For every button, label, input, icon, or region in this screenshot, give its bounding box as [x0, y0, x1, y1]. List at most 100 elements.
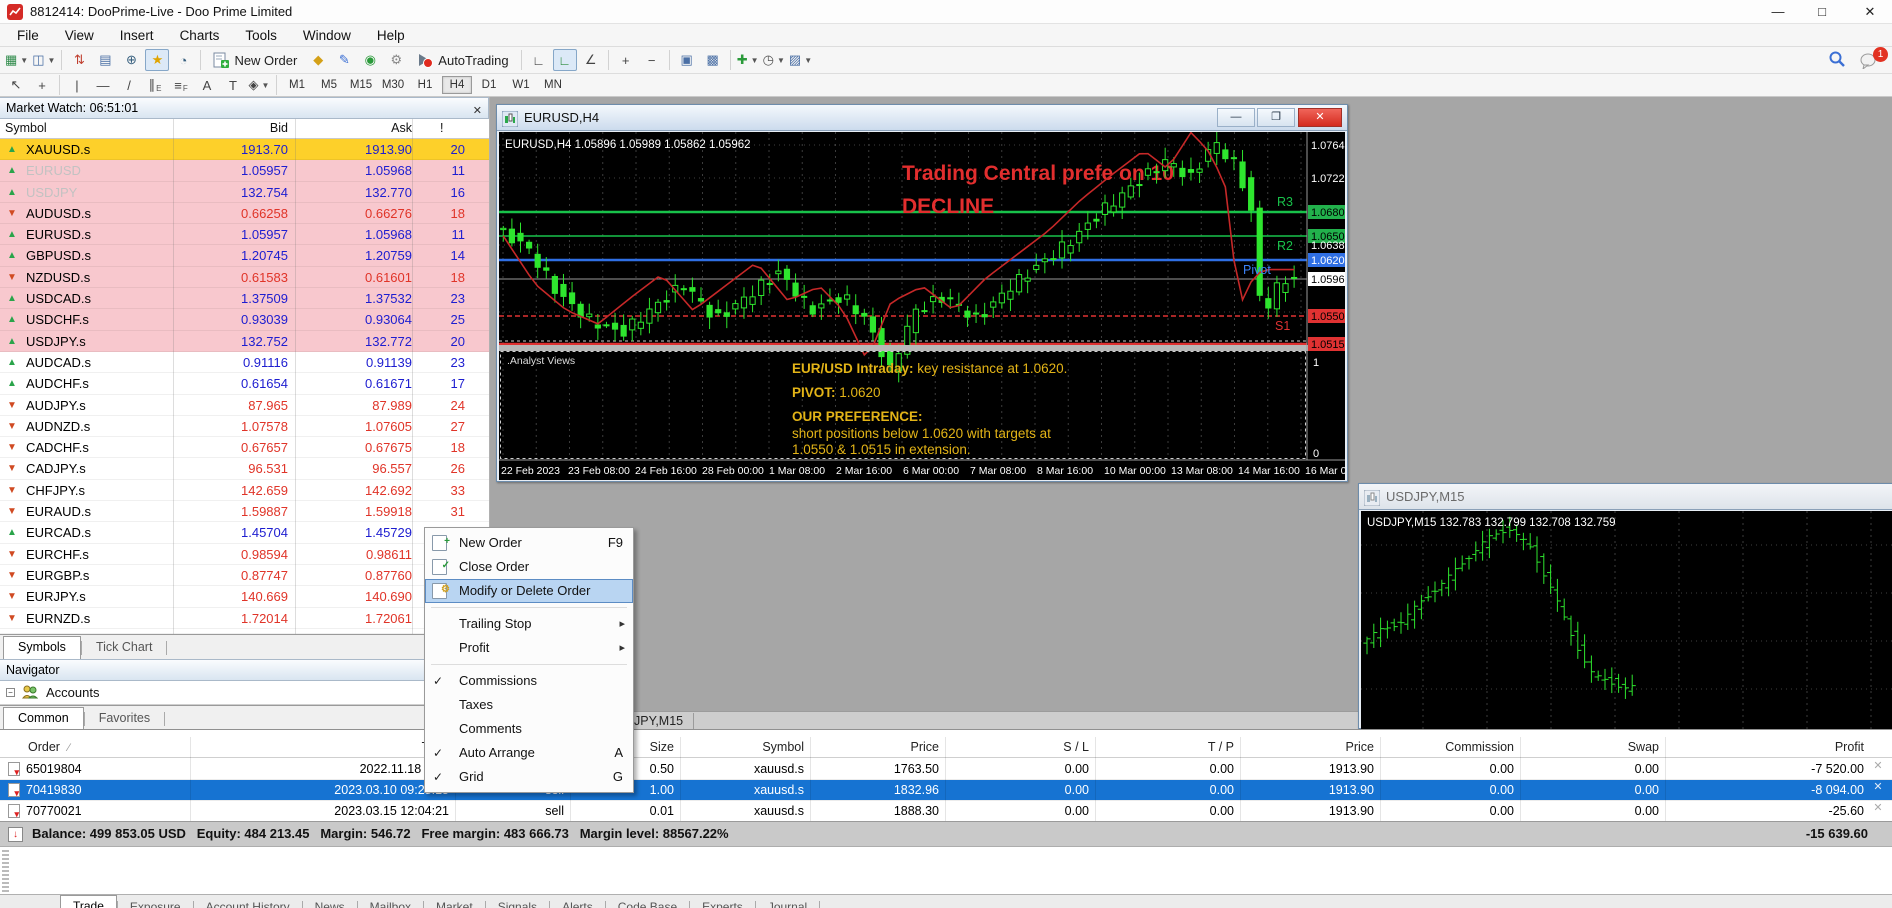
- timeframe-m15[interactable]: M15: [346, 76, 376, 94]
- close-position-icon[interactable]: ✕: [1868, 759, 1888, 772]
- order-row-70770021[interactable]: ▾707700212023.03.15 12:04:21sell0.01xauu…: [0, 801, 1892, 822]
- close-position-icon[interactable]: ✕: [1868, 780, 1888, 793]
- terminal-tab-code-base[interactable]: Code Base: [606, 897, 689, 908]
- terminal-tab-alerts[interactable]: Alerts: [550, 897, 605, 908]
- periods-icon[interactable]: ◷▼: [762, 49, 786, 71]
- bar-chart-mode-icon[interactable]: ∟: [527, 49, 551, 71]
- menu-item-view[interactable]: View: [52, 26, 107, 45]
- market-watch-row-nzdusd.s[interactable]: ▼NZDUSD.s0.615830.6160118: [0, 267, 489, 288]
- market-watch-row-eurgbp.s[interactable]: ▼EURGBP.s0.877470.87760: [0, 565, 489, 586]
- terminal-col-time[interactable]: Time: [190, 737, 455, 758]
- market-watch-row-euraud.s[interactable]: ▼EURAUD.s1.598871.5991831: [0, 501, 489, 522]
- market-watch-row-chfjpy.s[interactable]: ▼CHFJPY.s142.659142.69233: [0, 480, 489, 501]
- context-menu-item-new-order[interactable]: +New OrderF9: [425, 531, 633, 555]
- market-watch-row-cadchf.s[interactable]: ▼CADCHF.s0.676570.6767518: [0, 437, 489, 458]
- arrows-tool[interactable]: ◈▼: [247, 74, 271, 96]
- timeframe-mn[interactable]: MN: [538, 76, 568, 94]
- market-watch-row-eurusd.s[interactable]: ▲EURUSD.s1.059571.0596811: [0, 224, 489, 245]
- candle-chart-mode-icon[interactable]: ∟: [553, 49, 577, 71]
- signals-icon[interactable]: ◉: [358, 49, 382, 71]
- new-order-button[interactable]: New Order: [205, 49, 305, 71]
- market-watch-row-usdjpy[interactable]: ▲USDJPY132.754132.77016: [0, 182, 489, 203]
- terminal-tab-mailbox[interactable]: Mailbox: [358, 897, 423, 908]
- chart1-minimize-button[interactable]: —: [1217, 108, 1255, 127]
- menu-item-tools[interactable]: Tools: [232, 26, 290, 45]
- terminal-tab-trade[interactable]: Trade: [60, 895, 117, 908]
- order-row-65019804[interactable]: ▾650198042022.11.18 10:30.50xauusd.s1763…: [0, 759, 1892, 780]
- market-watch-row-eurchf.s[interactable]: ▼EURCHF.s0.985940.98611: [0, 544, 489, 565]
- fibonacci-tool[interactable]: ≡F: [169, 74, 193, 96]
- market-watch-row-audusd.s[interactable]: ▼AUDUSD.s0.662580.6627618: [0, 203, 489, 224]
- context-menu-item-taxes[interactable]: Taxes: [425, 693, 633, 717]
- market-watch-row-eurusd[interactable]: ▲EURUSD1.059571.0596811: [0, 160, 489, 181]
- market-watch-icon[interactable]: ⇅: [67, 49, 91, 71]
- text-label-tool[interactable]: T: [221, 74, 245, 96]
- market-watch-row-usdcad.s[interactable]: ▲USDCAD.s1.375091.3753223: [0, 288, 489, 309]
- col-spread[interactable]: !: [440, 121, 443, 135]
- col-symbol[interactable]: Symbol: [5, 121, 47, 135]
- menu-item-file[interactable]: File: [4, 26, 52, 45]
- timeframe-m1[interactable]: M1: [282, 76, 312, 94]
- zoom-out-icon[interactable]: −: [640, 49, 664, 71]
- terminal-col-symbol[interactable]: Symbol: [680, 737, 810, 758]
- context-menu-item-modify-or-delete-order[interactable]: ⚙Modify or Delete Order: [425, 579, 633, 603]
- context-menu-item-close-order[interactable]: ✓Close Order: [425, 555, 633, 579]
- deposit-icon[interactable]: ◆: [306, 49, 330, 71]
- market-watch-row-cadjpy.s[interactable]: ▼CADJPY.s96.53196.55726: [0, 458, 489, 479]
- autotrading-button[interactable]: AutoTrading: [409, 49, 516, 71]
- usdjpy-chart-canvas[interactable]: USDJPY,M15 132.783 132.799 132.708 132.7…: [1361, 511, 1892, 729]
- terminal-col-commission[interactable]: Commission: [1380, 737, 1520, 758]
- terminal-col-price[interactable]: Price: [1240, 737, 1380, 758]
- col-ask[interactable]: Ask: [300, 121, 412, 135]
- terminal-col-profit[interactable]: Profit: [1665, 737, 1870, 758]
- cascade-windows-icon[interactable]: ▩: [701, 49, 725, 71]
- tree-collapse-icon[interactable]: −: [6, 688, 15, 697]
- market-watch-row-usdchf.s[interactable]: ▲USDCHF.s0.930390.9306425: [0, 309, 489, 330]
- terminal-tab-experts[interactable]: Experts: [690, 897, 755, 908]
- context-menu-item-commissions[interactable]: ✓Commissions: [425, 669, 633, 693]
- profiles-icon[interactable]: ◫▼: [31, 49, 56, 71]
- new-chart-icon[interactable]: ▦▼: [4, 49, 29, 71]
- strategy-tester-icon[interactable]: ◔: [171, 49, 195, 71]
- search-icon[interactable]: [1828, 50, 1846, 68]
- data-window-icon[interactable]: ▤: [93, 49, 117, 71]
- terminal-col-swap[interactable]: Swap: [1520, 737, 1665, 758]
- timeframe-h4[interactable]: H4: [442, 76, 472, 94]
- market-watch-row-eurjpy.s[interactable]: ▼EURJPY.s140.669140.690: [0, 586, 489, 607]
- eurusd-chart-canvas[interactable]: Trading Central prefe on 10DECLINER3R2Pi…: [499, 132, 1345, 480]
- market-watch-row-gbpusd.s[interactable]: ▲GBPUSD.s1.207451.2075914: [0, 245, 489, 266]
- trendline-tool[interactable]: /: [117, 74, 141, 96]
- market-watch-close-icon[interactable]: ✕: [473, 101, 482, 121]
- market-watch-row-usdjpy.s[interactable]: ▲USDJPY.s132.752132.77220: [0, 331, 489, 352]
- chart1-close-button[interactable]: ✕: [1298, 108, 1342, 127]
- terminal-tab-news[interactable]: News: [303, 897, 357, 908]
- col-bid[interactable]: Bid: [120, 121, 288, 135]
- context-menu-item-auto-arrange[interactable]: ✓Auto ArrangeA: [425, 741, 633, 765]
- panel-grip[interactable]: [2, 850, 9, 900]
- window-minimize-button[interactable]: —: [1756, 0, 1800, 24]
- chart-tab-usdjpy[interactable]: JPY,M15: [634, 713, 694, 729]
- timeframe-d1[interactable]: D1: [474, 76, 504, 94]
- terminal-icon[interactable]: ★: [145, 49, 169, 71]
- horizontal-line-tool[interactable]: —: [91, 74, 115, 96]
- tree-item-accounts[interactable]: Accounts: [46, 685, 99, 700]
- tile-windows-icon[interactable]: ▣: [675, 49, 699, 71]
- tab-favorites[interactable]: Favorites: [85, 708, 164, 729]
- terminal-col-sl[interactable]: S / L: [945, 737, 1095, 758]
- timeframe-m30[interactable]: M30: [378, 76, 408, 94]
- menu-item-help[interactable]: Help: [364, 26, 418, 45]
- window-maximize-button[interactable]: □: [1800, 0, 1844, 24]
- market-watch-row-eurnzd.s[interactable]: ▼EURNZD.s1.720141.72061: [0, 608, 489, 629]
- market-watch-row-audjpy.s[interactable]: ▼AUDJPY.s87.96587.98924: [0, 395, 489, 416]
- tab-common[interactable]: Common: [3, 707, 84, 731]
- terminal-tab-account-history[interactable]: Account History: [194, 897, 302, 908]
- templates-icon[interactable]: ▨▼: [788, 49, 813, 71]
- market-watch-row-audchf.s[interactable]: ▲AUDCHF.s0.616540.6167117: [0, 373, 489, 394]
- zoom-in-icon[interactable]: +: [614, 49, 638, 71]
- menu-item-charts[interactable]: Charts: [167, 26, 233, 45]
- timeframe-h1[interactable]: H1: [410, 76, 440, 94]
- terminal-tab-signals[interactable]: Signals: [486, 897, 549, 908]
- context-menu-item-profit[interactable]: Profit▸: [425, 636, 633, 660]
- terminal-tab-journal[interactable]: Journal: [756, 897, 819, 908]
- market-watch-row-audcad.s[interactable]: ▲AUDCAD.s0.911160.9113923: [0, 352, 489, 373]
